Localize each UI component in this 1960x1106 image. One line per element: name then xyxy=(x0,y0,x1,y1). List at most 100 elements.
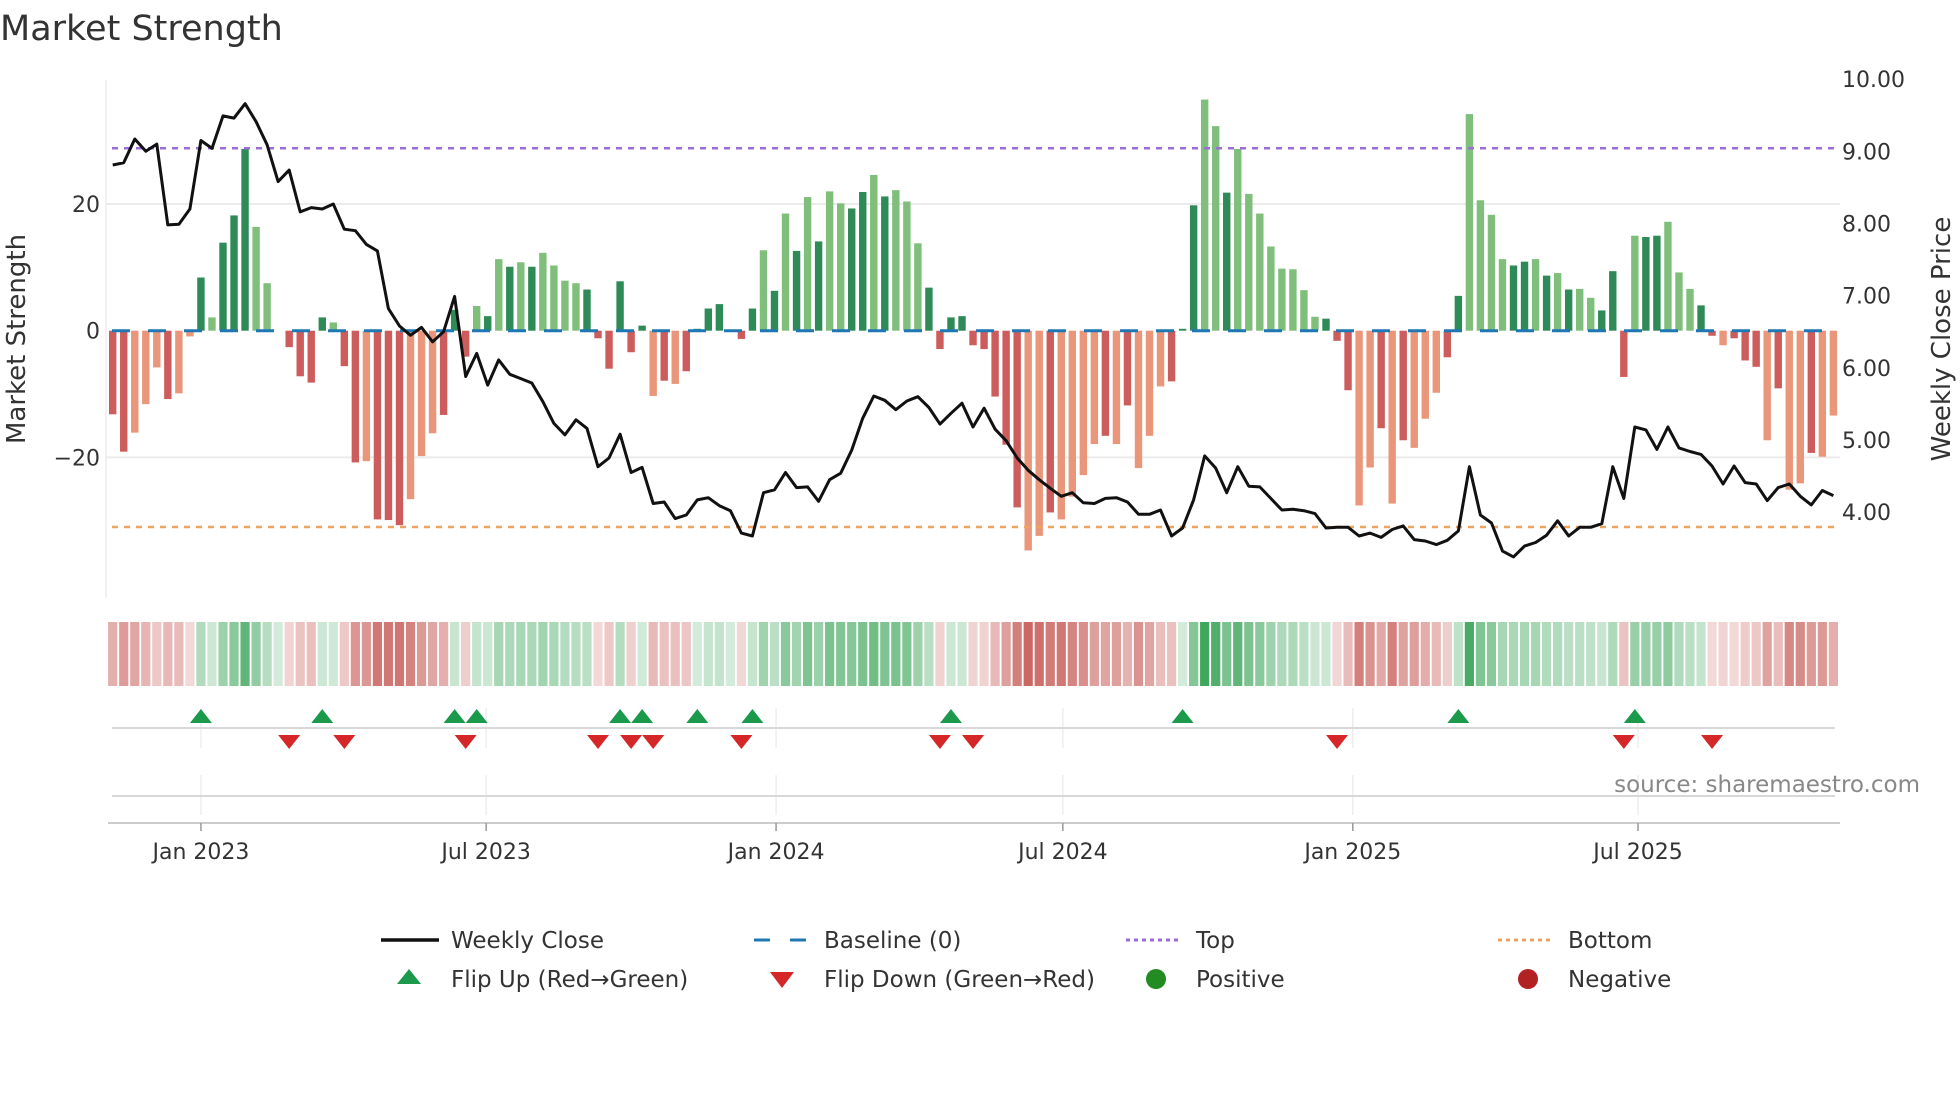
positive-bar xyxy=(318,317,326,331)
flip-down-marker xyxy=(1326,735,1349,749)
heatmap-cell xyxy=(1089,622,1099,686)
negative-bar xyxy=(1344,330,1352,391)
positive-bar xyxy=(1476,200,1485,331)
heatmap-cell xyxy=(1155,622,1166,686)
flip-down-marker xyxy=(587,735,610,749)
heatmap-cell xyxy=(692,622,702,686)
legend-item-bottom: Bottom xyxy=(1498,928,1652,954)
heatmap-cell xyxy=(1806,622,1816,686)
negative-bar xyxy=(296,330,304,377)
heatmap-cell xyxy=(1211,622,1221,686)
legend-label: Baseline (0) xyxy=(824,928,961,954)
heatmap-cell xyxy=(1409,622,1419,686)
heatmap-cell xyxy=(1200,622,1210,686)
positive-bar xyxy=(903,201,911,331)
negative-bar xyxy=(1719,330,1727,346)
y-tick-label: 0 xyxy=(86,320,100,345)
heatmap-cell xyxy=(1166,622,1177,686)
heatmap-cell xyxy=(383,622,394,686)
positive-bar xyxy=(1223,192,1231,331)
legend-label: Negative xyxy=(1568,967,1671,993)
positive-bar xyxy=(1289,269,1297,331)
heatmap-cell xyxy=(1244,622,1254,686)
heatmap-cell xyxy=(858,622,868,686)
heatmap-cell xyxy=(1608,622,1618,686)
positive-bar xyxy=(1212,126,1220,331)
heatmap-cell xyxy=(1133,622,1144,686)
flip-down-marker xyxy=(730,735,753,749)
negative-bar xyxy=(1829,330,1838,416)
negative-bar xyxy=(1002,330,1010,445)
heatmap-cell xyxy=(152,622,162,686)
positive-bar xyxy=(1509,265,1518,331)
negative-bar xyxy=(362,330,371,462)
heatmap-cell xyxy=(1586,622,1596,686)
x-tick-label: Jan 2025 xyxy=(1302,840,1401,865)
heatmap-cell xyxy=(1222,622,1232,686)
heatmap-cell xyxy=(1310,622,1320,686)
heatmap-cell xyxy=(427,622,438,686)
heatmap-cell xyxy=(273,622,283,686)
heatmap-cell xyxy=(648,622,658,686)
heatmap-cell xyxy=(946,622,956,686)
positive-bar xyxy=(792,250,801,331)
heatmap-cell xyxy=(968,622,978,686)
legend-label: Bottom xyxy=(1568,928,1652,954)
heatmap-cell xyxy=(1674,622,1684,686)
flip-markers xyxy=(112,708,1835,815)
heatmap-cell xyxy=(714,622,724,686)
heatmap-cell xyxy=(1189,622,1199,686)
legend-item-baseline: Baseline (0) xyxy=(754,928,961,954)
heatmap-cell xyxy=(549,622,559,686)
positive-bar xyxy=(1642,236,1650,331)
heatmap-cell xyxy=(439,622,449,686)
heatmap-cell xyxy=(1321,622,1331,686)
positive-bar xyxy=(781,213,790,331)
source-label: source: sharemaestro.com xyxy=(1614,772,1920,798)
negative-bar xyxy=(1410,330,1418,448)
heatmap-cell xyxy=(1597,622,1607,686)
negative-bar xyxy=(1741,330,1749,361)
flip-up-marker xyxy=(631,709,654,723)
heatmap-cell xyxy=(637,622,647,686)
positive-bar xyxy=(1465,114,1474,331)
heatmap-cell xyxy=(935,622,945,686)
negative-bar xyxy=(307,330,315,383)
negative-bar xyxy=(1167,330,1176,382)
positive-bar xyxy=(252,226,260,331)
heatmap-cell xyxy=(1762,622,1772,686)
positive-circle-icon xyxy=(1146,969,1166,989)
heatmap-cell xyxy=(416,622,427,686)
heatmap-cell xyxy=(725,622,735,686)
heatmap-cell xyxy=(990,622,1000,686)
positive-bar xyxy=(859,192,867,331)
flip-down-marker xyxy=(928,735,951,749)
negative-bar xyxy=(109,330,117,415)
positive-bar xyxy=(1553,273,1562,331)
negative-bar xyxy=(969,330,977,346)
positive-bar xyxy=(704,308,713,331)
heatmap-cell xyxy=(615,622,625,686)
positive-bar xyxy=(892,190,900,331)
flip-up-marker xyxy=(609,709,632,723)
heatmap-cell xyxy=(604,622,614,686)
positive-bar xyxy=(836,203,845,331)
heatmap-cell xyxy=(869,622,879,686)
heatmap-cell xyxy=(306,622,316,686)
negative-bar xyxy=(1079,330,1088,476)
positive-bar xyxy=(1697,305,1705,331)
x-tick-label: Jul 2025 xyxy=(1591,840,1683,865)
negative-bar xyxy=(1134,330,1143,469)
heatmap-cell xyxy=(891,622,901,686)
positive-bar xyxy=(550,265,558,331)
negative-bar xyxy=(1013,330,1021,508)
flip-down-marker xyxy=(454,735,477,749)
heatmap-cell xyxy=(1442,622,1452,686)
legend-item-positive: Positive xyxy=(1146,967,1285,993)
heatmap-cell xyxy=(505,622,515,686)
positive-bar xyxy=(1178,328,1187,331)
heatmap-cell xyxy=(1718,622,1728,686)
heatmap-cell xyxy=(1542,622,1552,686)
negative-circle-icon xyxy=(1518,969,1538,989)
negative-bar xyxy=(1101,330,1110,436)
